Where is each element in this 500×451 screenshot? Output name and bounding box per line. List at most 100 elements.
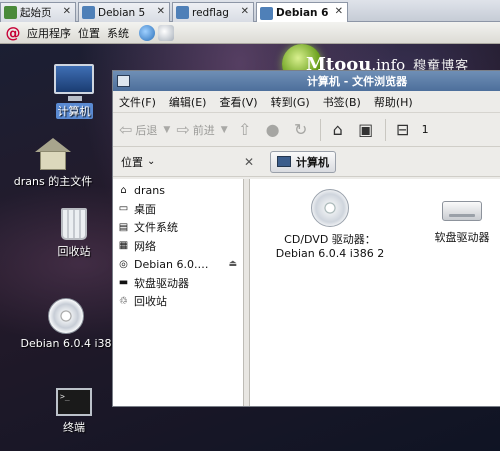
sidebar-item-label: 回收站 — [134, 295, 167, 309]
network-icon: ▦ — [118, 240, 129, 252]
vm-tab-debian5[interactable]: Debian 5 ✕ — [78, 2, 170, 22]
cd-disc-icon: ◎ — [119, 258, 128, 270]
back-arrow-icon: ⇦ — [119, 120, 133, 139]
file-item-cd-drive[interactable]: CD/DVD 驱动器： Debian 6.0.4 i386 2 — [264, 189, 396, 261]
sidebar-item-home[interactable]: ⌂ drans — [113, 181, 243, 200]
menu-bookmarks[interactable]: 书签(B) — [323, 94, 361, 110]
toolbar-separator — [319, 118, 321, 141]
home-folder-icon[interactable]: ⌂ — [327, 119, 349, 141]
menu-file[interactable]: 文件(F) — [119, 94, 156, 110]
sidebar-item-floppy[interactable]: ▬ 软盘驱动器 — [113, 274, 243, 293]
chevron-down-icon[interactable]: ▼ — [163, 125, 170, 135]
browser-launcher-icon[interactable] — [139, 24, 155, 41]
sidebar-item-label: 桌面 — [134, 202, 156, 216]
panel-menu-applications[interactable]: 应用程序 — [27, 25, 78, 41]
vm-icon — [176, 6, 189, 19]
location-bar: 位置 ⌄ ✕ 计算机 — [113, 147, 500, 177]
trash-icon — [61, 208, 87, 240]
sidebar-item-desktop[interactable]: ▭ 桌面 — [113, 200, 243, 219]
window-body: ⌂ drans ▭ 桌面 ▤ 文件系统 ▦ 网络 ◎ Debian 6.0.… … — [113, 179, 500, 406]
file-item-floppy-drive[interactable]: 软盘驱动器 — [420, 189, 500, 245]
gnome-top-panel: @ 应用程序 位置 系统 — [0, 22, 500, 44]
vm-tab-label: Debian 6 — [276, 7, 329, 19]
menu-bar: 文件(F) 编辑(E) 查看(V) 转到(G) 书签(B) 帮助(H) — [113, 91, 500, 113]
sidebar-item-trash[interactable]: ♲ 回收站 — [113, 292, 243, 311]
zoom-level: 1 — [421, 123, 429, 136]
computer-icon[interactable]: ▣ — [355, 119, 377, 141]
vm-icon — [260, 6, 273, 20]
sidebar-item-label: Debian 6.0.… — [134, 257, 209, 271]
desktop-icon-computer[interactable]: 计算机 — [22, 64, 126, 119]
cd-disc-icon — [48, 298, 84, 334]
places-dropdown[interactable]: 位置 ⌄ — [113, 154, 244, 170]
terminal-icon: >_ — [56, 388, 92, 416]
zoom-out-icon[interactable]: ⊟ — [392, 119, 414, 141]
menu-view[interactable]: 查看(V) — [219, 94, 257, 110]
forward-label: 前进 — [192, 123, 215, 137]
floppy-drive-icon — [442, 201, 482, 221]
places-sidebar: ⌂ drans ▭ 桌面 ▤ 文件系统 ▦ 网络 ◎ Debian 6.0.… … — [113, 179, 244, 406]
toolbar-separator — [384, 118, 386, 141]
desktop-icon-home[interactable]: drans 的主文件 — [1, 138, 105, 189]
panel-menu-places[interactable]: 位置 — [78, 25, 107, 41]
file-browser-window: 计算机 - 文件浏览器 文件(F) 编辑(E) 查看(V) 转到(G) 书签(B… — [112, 70, 500, 407]
sidebar-item-network[interactable]: ▦ 网络 — [113, 237, 243, 256]
vm-tab-label: Debian 5 — [98, 6, 146, 19]
breadcrumb-computer[interactable]: 计算机 — [270, 150, 336, 173]
menu-go[interactable]: 转到(G) — [271, 94, 310, 110]
floppy-drive-icon: ▬ — [118, 277, 129, 289]
sidebar-item-label: drans — [134, 183, 165, 197]
trash-icon: ♲ — [119, 295, 128, 307]
back-label: 后退 — [135, 123, 158, 137]
window-titlebar[interactable]: 计算机 - 文件浏览器 — [113, 71, 500, 91]
home-icon — [4, 6, 17, 19]
up-arrow-icon[interactable]: ⇧ — [234, 119, 256, 141]
desktop-icon-label: Debian 6.0.4 i38 — [20, 337, 112, 350]
desktop-icon-label: drans 的主文件 — [13, 175, 93, 188]
vm-tab-label: 起始页 — [20, 7, 52, 19]
filesystem-icon: ▤ — [118, 221, 129, 233]
back-button[interactable]: ⇦ 后退 ▼ — [119, 120, 170, 139]
menu-edit[interactable]: 编辑(E) — [169, 94, 207, 110]
menu-help[interactable]: 帮助(H) — [374, 94, 413, 110]
forward-arrow-icon: ⇨ — [176, 120, 190, 139]
file-item-label: CD/DVD 驱动器： — [284, 233, 376, 246]
desktop-icon-label: 回收站 — [57, 245, 91, 258]
vm-tab-debian6[interactable]: Debian 6 ✕ — [256, 2, 348, 23]
vm-tab-strip: 起始页 ✕ Debian 5 ✕ redflag ✕ Debian 6 ✕ — [0, 0, 500, 23]
close-sidebar-icon[interactable]: ✕ — [244, 155, 258, 169]
reload-icon[interactable]: ↻ — [290, 119, 312, 141]
desktop-icon-terminal[interactable]: >_ 终端 — [22, 388, 126, 435]
vm-icon — [82, 6, 95, 19]
vm-tab-home[interactable]: 起始页 ✕ — [0, 2, 76, 22]
sidebar-item-filesystem[interactable]: ▤ 文件系统 — [113, 218, 243, 237]
toolbar: ⇦ 后退 ▼ ⇨ 前进 ▼ ⇧ ● ↻ ⌂ ▣ ⊟ 1 — [113, 113, 500, 147]
close-icon[interactable]: ✕ — [241, 6, 249, 17]
desktop-icon-trash[interactable]: 回收站 — [22, 208, 126, 259]
vm-tab-redflag[interactable]: redflag ✕ — [172, 2, 254, 22]
computer-icon — [54, 64, 94, 101]
cd-disc-icon — [311, 189, 349, 227]
sidebar-item-label: 软盘驱动器 — [134, 276, 189, 290]
close-icon[interactable]: ✕ — [63, 6, 71, 17]
desktop-icon-cd[interactable]: Debian 6.0.4 i38 — [14, 298, 118, 350]
file-item-label: 软盘驱动器 — [434, 231, 490, 244]
sidebar-item-cd[interactable]: ◎ Debian 6.0.… ⏏ — [113, 255, 243, 274]
close-icon[interactable]: ✕ — [157, 6, 165, 17]
chevron-down-icon[interactable]: ▼ — [221, 125, 228, 135]
panel-menu-system[interactable]: 系统 — [107, 25, 136, 41]
window-title: 计算机 - 文件浏览器 — [306, 75, 408, 88]
stop-icon[interactable]: ● — [262, 119, 284, 141]
vm-tab-label: redflag — [192, 6, 229, 19]
home-folder-icon: ⌂ — [120, 184, 127, 196]
mail-launcher-icon[interactable] — [158, 24, 174, 41]
close-icon[interactable]: ✕ — [335, 6, 343, 17]
desktop-folder-icon: ▭ — [118, 203, 129, 215]
chevron-down-icon: ⌄ — [147, 156, 156, 167]
sidebar-item-label: 网络 — [134, 239, 156, 253]
computer-icon — [277, 156, 291, 167]
eject-icon[interactable]: ⏏ — [228, 259, 237, 269]
file-view: CD/DVD 驱动器： Debian 6.0.4 i386 2 软盘驱动器 — [250, 179, 500, 406]
breadcrumb-label: 计算机 — [296, 155, 329, 169]
forward-button[interactable]: ⇨ 前进 ▼ — [176, 120, 227, 139]
